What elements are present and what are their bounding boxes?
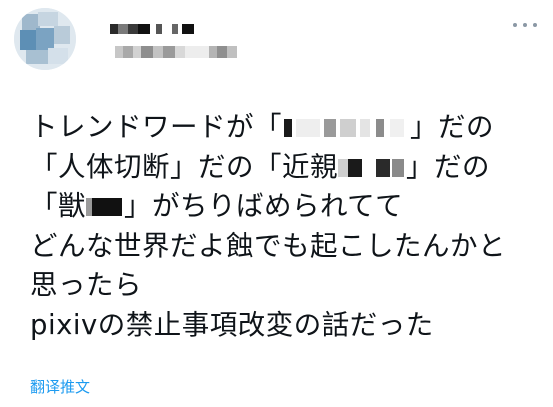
dot bbox=[513, 23, 517, 27]
tweet-line-2-start: 「人体切断」だの「近親 bbox=[30, 150, 338, 183]
tweet-line-2-end: 」だの bbox=[406, 150, 490, 183]
redacted-word bbox=[338, 158, 406, 177]
redacted-word bbox=[282, 119, 410, 137]
tweet-line-2: 「人体切断」だの「近親 」だの bbox=[30, 148, 530, 188]
avatar[interactable] bbox=[14, 8, 76, 70]
dot bbox=[523, 23, 527, 27]
tweet-line-3: 「獣 」がちりばめられてて bbox=[30, 187, 530, 227]
dot bbox=[533, 23, 537, 27]
tweet-line-3-end: 」がちりばめられてて bbox=[124, 190, 404, 223]
display-name-redacted[interactable] bbox=[110, 18, 194, 40]
tweet-line-1-end: 」だの bbox=[410, 111, 494, 143]
tweet-card: トレンドワードが「 」だの 「人体切断」だの「近親 」だの 「獣 」がちりばめられてて… bbox=[0, 0, 553, 407]
tweet-line-1-start: トレンドワードが「 bbox=[30, 111, 282, 143]
more-horizontal-icon[interactable] bbox=[513, 18, 537, 32]
tweet-line-3-start: 「獣 bbox=[30, 190, 86, 223]
tweet-line-6: pixivの禁止事項改変の話だった bbox=[30, 308, 434, 341]
translate-tweet-link[interactable]: 翻译推文 bbox=[30, 376, 90, 397]
tweet-line-1: トレンドワードが「 」だの bbox=[30, 108, 530, 148]
redacted-word bbox=[86, 198, 124, 217]
tweet-line-5: 思ったら bbox=[30, 269, 142, 302]
tweet-text: トレンドワードが「 」だの 「人体切断」だの「近親 」だの 「獣 」がちりばめられてて… bbox=[30, 108, 530, 346]
username-handle-redacted[interactable] bbox=[115, 44, 237, 60]
tweet-line-4: どんな世界だよ蝕でも起こしたんかと bbox=[30, 229, 506, 262]
